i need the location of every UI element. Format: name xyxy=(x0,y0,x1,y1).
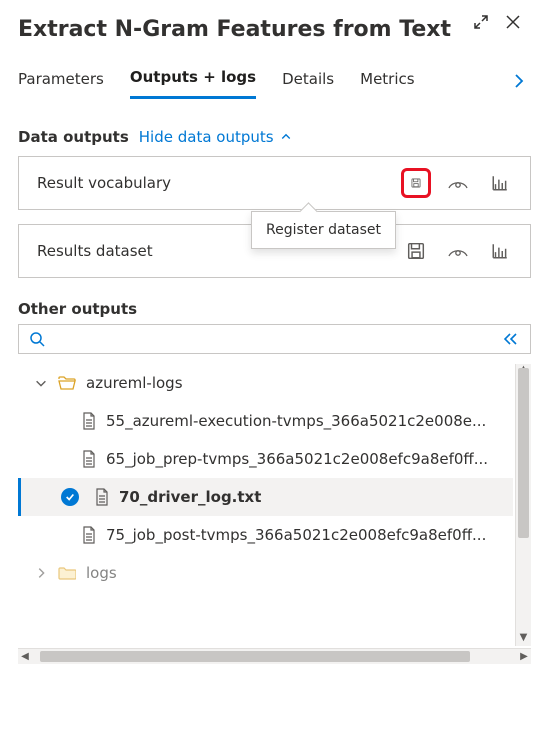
tab-metrics[interactable]: Metrics xyxy=(360,64,414,98)
close-icon[interactable] xyxy=(505,14,523,32)
hide-data-outputs-text: Hide data outputs xyxy=(139,128,274,146)
chevron-right-icon xyxy=(34,566,48,580)
file-name: 70_driver_log.txt xyxy=(119,488,261,506)
eye-icon xyxy=(448,176,468,190)
chevron-down-icon xyxy=(34,376,48,390)
file-icon xyxy=(82,450,96,468)
visualize-button[interactable] xyxy=(488,171,512,195)
tree-file[interactable]: 75_job_post-tvmps_366a5021c2e008efc9a8ef… xyxy=(18,516,513,554)
folder-icon xyxy=(58,566,76,580)
folder-open-icon xyxy=(58,376,76,390)
scroll-down-icon[interactable]: ▼ xyxy=(516,632,531,646)
bar-chart-icon xyxy=(491,174,509,192)
panel-title: Extract N-Gram Features from Text xyxy=(18,16,451,44)
horizontal-scrollbar[interactable]: ◀ ▶ xyxy=(18,648,531,664)
file-icon xyxy=(95,488,109,506)
preview-button[interactable] xyxy=(446,239,470,263)
register-dataset-tooltip: Register dataset xyxy=(251,211,396,249)
chevron-up-icon xyxy=(280,131,292,143)
preview-button[interactable] xyxy=(446,171,470,195)
scroll-thumb[interactable] xyxy=(518,368,529,538)
register-dataset-button[interactable] xyxy=(404,171,428,195)
file-icon xyxy=(82,526,96,544)
file-name: 75_job_post-tvmps_366a5021c2e008efc9a8ef… xyxy=(106,526,486,544)
file-icon xyxy=(82,412,96,430)
tree-file[interactable]: 65_job_prep-tvmps_366a5021c2e008efc9a8ef… xyxy=(18,440,513,478)
data-outputs-label: Data outputs xyxy=(18,128,129,146)
file-tree: azureml-logs 55_azureml-execution-tvmps_… xyxy=(18,364,531,664)
folder-name: logs xyxy=(86,564,117,582)
search-icon[interactable] xyxy=(29,331,45,347)
vertical-scrollbar[interactable]: ▲ ▼ xyxy=(515,364,531,646)
hide-data-outputs-link[interactable]: Hide data outputs xyxy=(139,128,292,146)
scroll-thumb[interactable] xyxy=(40,651,470,662)
collapse-sidebar-icon[interactable] xyxy=(500,331,520,347)
search-filter-row xyxy=(18,324,531,354)
scroll-left-icon[interactable]: ◀ xyxy=(18,649,32,664)
scroll-right-icon[interactable]: ▶ xyxy=(517,649,531,664)
tab-parameters[interactable]: Parameters xyxy=(18,64,104,98)
tab-bar: Parameters Outputs + logs Details Metric… xyxy=(18,62,531,100)
tab-details[interactable]: Details xyxy=(282,64,334,98)
tree-folder-logs[interactable]: logs xyxy=(18,554,513,592)
checkmark-icon xyxy=(61,488,79,506)
save-icon xyxy=(407,242,425,260)
tree-file-selected[interactable]: 70_driver_log.txt xyxy=(18,478,513,516)
bar-chart-icon xyxy=(491,242,509,260)
tree-file[interactable]: 55_azureml-execution-tvmps_366a5021c2e00… xyxy=(18,402,513,440)
output-name: Results dataset xyxy=(37,242,153,260)
file-name: 55_azureml-execution-tvmps_366a5021c2e00… xyxy=(106,412,486,430)
output-row-result-vocabulary: Result vocabulary Register dataset xyxy=(18,156,531,210)
tabs-scroll-right-icon[interactable] xyxy=(511,73,527,89)
output-name: Result vocabulary xyxy=(37,174,171,192)
folder-name: azureml-logs xyxy=(86,374,183,392)
tree-folder-azureml-logs[interactable]: azureml-logs xyxy=(18,364,513,402)
register-dataset-button[interactable] xyxy=(404,239,428,263)
visualize-button[interactable] xyxy=(488,239,512,263)
other-outputs-label: Other outputs xyxy=(18,300,531,318)
eye-icon xyxy=(448,244,468,258)
tab-outputs-logs[interactable]: Outputs + logs xyxy=(130,62,256,99)
expand-icon[interactable] xyxy=(473,14,491,32)
save-icon xyxy=(411,174,421,192)
file-name: 65_job_prep-tvmps_366a5021c2e008efc9a8ef… xyxy=(106,450,488,468)
